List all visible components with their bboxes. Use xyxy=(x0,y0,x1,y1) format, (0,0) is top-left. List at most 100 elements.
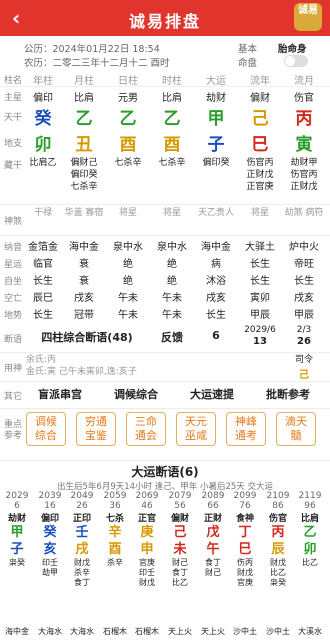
label-shensha: 神煞 xyxy=(3,217,22,227)
dayun-canggan: 比乙 xyxy=(270,568,286,577)
nayin-cell: 海中金 xyxy=(69,242,99,253)
liuyue-date: 2/3 xyxy=(296,325,312,335)
dayun-canggan: 食丁 xyxy=(205,558,221,567)
tile-line: 调候 xyxy=(35,415,57,428)
tile-line: 滴天 xyxy=(285,415,307,428)
dayun-nayin: 大海水 xyxy=(70,627,94,636)
xingyun-cell: 绝 xyxy=(123,259,133,270)
dayun-age: 96 xyxy=(304,501,316,511)
dayun-canggan: 官庚 xyxy=(237,578,253,587)
tiangan-cell: 丙 xyxy=(295,109,313,129)
canggan-item: 正官庚 xyxy=(246,182,274,192)
dayun-column[interactable]: 2029 6 劫财甲子枭癸 xyxy=(2,491,32,568)
dishi-cell: 长生 xyxy=(206,310,226,321)
canggan-item: 比肩乙 xyxy=(29,158,57,168)
ref-tile-tiaohou[interactable]: 调候 综合 xyxy=(26,412,66,446)
dayun-suti-button[interactable]: 大运速提 xyxy=(190,386,234,402)
dayun-column[interactable]: 2109 86 伤官丙辰财戊 比乙 枭癸 xyxy=(263,491,293,588)
canggan-item: 偏财己 xyxy=(70,158,98,168)
dizhi-cell: 巳 xyxy=(251,135,269,155)
dayun-title[interactable]: 大运断语(6) xyxy=(0,463,330,481)
dayun-column[interactable]: 2069 46 正官庚申官庚 印壬 财戊 xyxy=(132,491,162,588)
canggan-item: 伤官丙 xyxy=(246,158,274,168)
dishi-cell: 冠带 xyxy=(74,310,94,321)
dayun-shishen: 偏财 xyxy=(170,514,189,524)
fankui-button[interactable]: 反馈 xyxy=(150,329,194,345)
dayun-year: 2059 xyxy=(103,491,127,501)
dishi-row: 地势 长生 冠带 午未 午未 长生 甲辰 甲辰 xyxy=(0,306,330,322)
dayun-canggan: 印壬 xyxy=(139,568,155,577)
col-name: 月柱 xyxy=(74,76,94,87)
kongwang-row: 空亡 辰巳 戌亥 午未 午未 戌亥 寅卯 戌亥 xyxy=(0,289,330,305)
dishi-cell: 午未 xyxy=(162,310,182,321)
zhuxing-cell: 偏财 xyxy=(250,93,270,104)
taimian-toggle[interactable] xyxy=(284,55,308,67)
label-nayin: 纳音 xyxy=(3,243,22,253)
dayun-tiangan: 戊 xyxy=(206,525,220,540)
gongli-date: 公历：2024年01月22日 18:54 xyxy=(24,44,160,55)
tiaohou-button[interactable]: 调候综合 xyxy=(114,386,158,402)
dayun-column[interactable]: 2039 16 偏印癸亥印壬 劫甲 xyxy=(35,491,65,578)
ref-tile-tianyuan[interactable]: 天元 巫咸 xyxy=(176,412,216,446)
tiangan-cell: 乙 xyxy=(163,109,181,129)
canggan-row: 藏干 比肩乙 偏财己 偏印癸 七杀辛 七杀辛 七杀辛 偏印癸 伤官丙 正财戊 正官庚 劫财甲 伤官丙正… xyxy=(0,156,330,200)
dayun-tiangan: 癸 xyxy=(43,525,57,540)
shensha-cell: 干禄 xyxy=(33,208,52,218)
dizhi-cell: 丑 xyxy=(75,135,93,155)
dayun-shishen: 正财 xyxy=(203,514,222,524)
dayun-column[interactable]: 2089 66 正财戊午食丁 财己 xyxy=(198,491,228,578)
dayun-nayin: 沙中土 xyxy=(233,627,257,636)
dayun-shishen: 正官 xyxy=(137,514,156,524)
zizuo-cell: 绝 xyxy=(167,276,177,287)
label-duanyu: 断语 xyxy=(3,335,22,345)
zizuo-cell: 长生 xyxy=(33,276,53,287)
dayun-column[interactable]: 2119 96 比肩乙卯比乙 xyxy=(295,491,325,568)
dayun-shishen: 七杀 xyxy=(105,514,124,524)
canggan-item: 正财戊 xyxy=(290,182,318,192)
ref-tile-qiongtong[interactable]: 穷通 宝鉴 xyxy=(76,412,116,446)
yongshen-row: 用神 余氏:丙 金氏:寅 己午未寅卯,逸:亥子 司令 己 xyxy=(0,354,330,381)
dayun-year: 2079 xyxy=(168,491,192,501)
basic-label: 基本 xyxy=(238,44,258,55)
dayun-dizhi: 申 xyxy=(140,542,154,557)
dayun-year: 2069 xyxy=(135,491,159,501)
tile-line: 神峰 xyxy=(235,415,257,428)
dishi-cell: 甲辰 xyxy=(294,310,314,321)
dayun-dizhi: 亥 xyxy=(43,542,57,557)
dayun-canggan: 官庚 xyxy=(139,558,155,567)
dayun-column[interactable]: 2049 26 正印壬戌财戊 杀辛 食丁 xyxy=(67,491,97,588)
ref-tile-ditian[interactable]: 滴天髓 xyxy=(276,412,316,446)
kongwang-cell: 戌亥 xyxy=(206,293,226,304)
dayun-column[interactable]: 2099 76 食神丁巳伤丙 财戊 官庚 xyxy=(230,491,260,588)
ref-tile-sanming[interactable]: 三命 通会 xyxy=(126,412,166,446)
sizhu-duanyu-button[interactable]: 四柱综合断语(48) xyxy=(24,329,150,345)
dayun-nayin: 大海水 xyxy=(38,627,62,636)
app-header: ‹ 诚易排盘 诚易 xyxy=(0,0,330,36)
dizhi-row: 地支 卯 丑 酉 酉 子 巳 寅 xyxy=(0,130,330,155)
dayun-dizhi: 子 xyxy=(10,542,24,557)
shensha-cell: 将星 xyxy=(118,208,137,218)
xingyun-cell: 长生 xyxy=(250,259,270,270)
app-logo: 诚易 xyxy=(294,3,322,31)
canggan-item: 七杀辛 xyxy=(114,158,142,168)
dayun-column[interactable]: 2079 56 偏财己未财己 食丁 比乙 xyxy=(165,491,195,588)
page-title: 诚易排盘 xyxy=(128,12,201,31)
piduan-button[interactable]: 批断参考 xyxy=(266,386,310,402)
tile-line: 宝鉴 xyxy=(85,429,107,442)
dayun-canggan: 劫甲 xyxy=(42,568,58,577)
label-tiangan: 天干 xyxy=(3,113,22,123)
ref-tile-shenfeng[interactable]: 神峰 通考 xyxy=(226,412,266,446)
liunian-date2: 13 xyxy=(253,336,267,347)
shensha-cell: 天乙贵人 xyxy=(197,208,234,218)
dayun-column[interactable]: 2059 36 七杀辛酉杀辛 xyxy=(100,491,130,568)
dayun-canggan: 财戊 xyxy=(270,558,286,567)
dayun-canggan: 杀辛 xyxy=(74,568,90,577)
dayun-age: 6 xyxy=(14,501,20,511)
xingyun-cell: 帝旺 xyxy=(294,259,314,270)
dayun-nayin: 石榴木 xyxy=(135,627,159,636)
xingyun-row: 星运 临官 衰 绝 绝 病 长生 帝旺 xyxy=(0,255,330,271)
dayun-dizhi: 卯 xyxy=(303,542,317,557)
nayin-row: 纳音 金箔金 海中金 泉中水 泉中水 海中金 大驿土 炉中火 xyxy=(0,238,330,254)
nayin-cell: 海中金 xyxy=(201,242,231,253)
mangpai-button[interactable]: 盲派串宫 xyxy=(38,386,82,402)
